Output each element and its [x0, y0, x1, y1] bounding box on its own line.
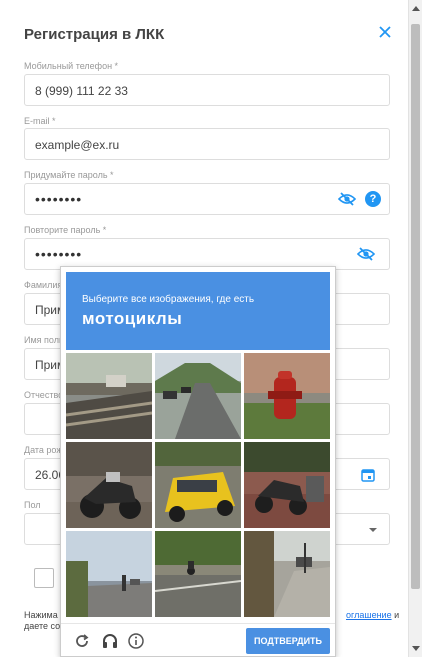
- captcha-grid: [66, 353, 330, 617]
- phone-value: 8 (999) 111 22 33: [35, 84, 128, 98]
- eye-off-icon[interactable]: [338, 192, 356, 206]
- agreement-link[interactable]: оглашение: [346, 610, 392, 620]
- captcha-instruction: Выберите все изображения, где есть: [82, 294, 255, 305]
- consent-line-1: Нажима: [24, 610, 58, 620]
- captcha-tile[interactable]: [244, 353, 330, 439]
- calendar-icon[interactable]: [361, 468, 375, 482]
- gender-label: Пол: [24, 500, 41, 510]
- phone-label: Мобильный телефон *: [24, 61, 119, 71]
- captcha-tile[interactable]: [244, 531, 330, 617]
- consent-suffix: и: [391, 610, 400, 620]
- password-label: Придумайте пароль *: [24, 170, 114, 180]
- verify-button[interactable]: ПОДТВЕРДИТЬ: [246, 628, 330, 654]
- captcha-tile[interactable]: [66, 531, 152, 617]
- chevron-down-icon: [369, 528, 377, 532]
- scrollbar[interactable]: [408, 0, 422, 657]
- captcha-footer: ПОДТВЕРДИТЬ: [61, 623, 335, 657]
- captcha-tile[interactable]: [155, 531, 241, 617]
- firstname-label: Имя поль: [24, 335, 64, 345]
- consent-link-wrap: оглашение и: [346, 610, 399, 620]
- captcha-tile[interactable]: [66, 353, 152, 439]
- captcha-tile[interactable]: [155, 353, 241, 439]
- email-value: example@ex.ru: [35, 138, 120, 152]
- birthdate-label: Дата рож: [24, 445, 63, 455]
- headphones-icon[interactable]: [101, 632, 119, 650]
- password-value: ••••••••: [35, 191, 83, 207]
- captcha-header: Выберите все изображения, где есть мотоц…: [66, 272, 330, 350]
- reload-icon[interactable]: [73, 632, 91, 650]
- consent-text: Нажима даете со: [24, 610, 60, 632]
- eye-off-icon[interactable]: [357, 247, 375, 261]
- consent-line-2: даете со: [24, 621, 61, 631]
- captcha-tile[interactable]: [66, 442, 152, 528]
- captcha-challenge: Выберите все изображения, где есть мотоц…: [60, 266, 336, 657]
- modal-title: Регистрация в ЛКК: [24, 26, 165, 43]
- lastname-label: Фамилия: [24, 280, 63, 290]
- password-field[interactable]: •••••••• ?: [24, 183, 390, 215]
- scroll-up-icon[interactable]: [412, 6, 420, 11]
- email-label: E-mail *: [24, 116, 56, 126]
- help-icon[interactable]: ?: [365, 191, 381, 207]
- info-icon[interactable]: [127, 632, 145, 650]
- captcha-object: мотоциклы: [82, 309, 183, 328]
- captcha-tile[interactable]: [244, 442, 330, 528]
- patronymic-label: Отчество: [24, 390, 64, 400]
- scrollbar-thumb[interactable]: [411, 24, 420, 589]
- captcha-tile[interactable]: [155, 442, 241, 528]
- close-icon[interactable]: [377, 24, 393, 40]
- password-repeat-label: Повторите пароль *: [24, 225, 107, 235]
- email-field[interactable]: example@ex.ru: [24, 128, 390, 160]
- password-repeat-value: ••••••••: [35, 246, 83, 262]
- consent-checkbox[interactable]: [34, 568, 54, 588]
- phone-field[interactable]: 8 (999) 111 22 33: [24, 74, 390, 106]
- scroll-down-icon[interactable]: [412, 646, 420, 651]
